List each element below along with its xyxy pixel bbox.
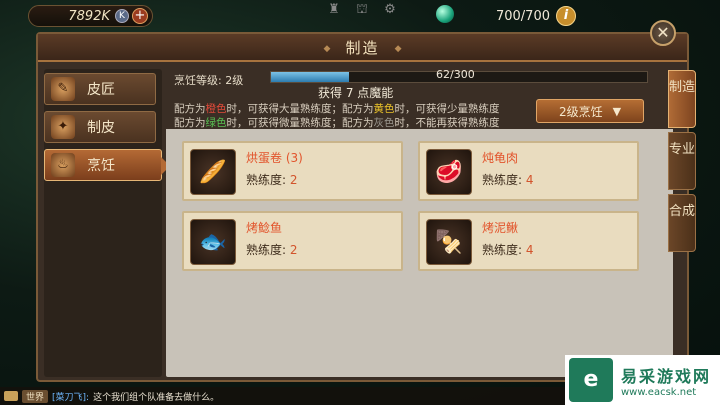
- energy-orb-icon: [436, 5, 454, 23]
- gold-amount: 7892K: [68, 8, 110, 24]
- site-logo-icon: e: [569, 358, 613, 402]
- tab-synthesis[interactable]: 合成: [668, 194, 696, 252]
- panel-header: ◆ 制造 ◆: [38, 34, 687, 62]
- rule-text: 时，可获得微量熟练度；配方为: [226, 117, 374, 129]
- recipe-proficiency: 熟练度: 2: [246, 173, 298, 187]
- gain-magic-text: 获得 7 点魔能: [318, 86, 394, 100]
- tanning-icon: ✦: [51, 115, 75, 139]
- proficiency-value: 4: [525, 173, 534, 187]
- recipe-content: 烹饪等级: 2级 62/300 获得 7 点魔能 配方为橙色时，可获得大量熟练度…: [166, 68, 673, 377]
- skill-info: 烹饪等级: 2级 62/300 获得 7 点魔能 配方为橙色时，可获得大量熟练度…: [166, 68, 673, 130]
- info-button[interactable]: i: [556, 6, 576, 26]
- proficiency-value: 2: [289, 173, 298, 187]
- site-watermark: e 易采游戏网 www.eacsk.net: [565, 355, 720, 405]
- rule-text: 时，可获得少量熟练度: [394, 103, 500, 115]
- sidebar-item-label: 烹饪: [87, 158, 115, 174]
- guild-icon[interactable]: ♜: [325, 2, 343, 20]
- rule-color-orange: 橙色: [205, 103, 227, 115]
- rule-text: 配方为: [174, 117, 206, 129]
- rule-color-gray: 灰色: [373, 117, 395, 129]
- rule-text: 配方为: [174, 103, 206, 115]
- skill-progress-text: 62/300: [436, 68, 475, 81]
- rule-color-yellow: 黄色: [373, 103, 395, 115]
- leather-scroll-icon: ✎: [51, 77, 75, 101]
- recipe-name: 烘蛋卷 (3): [246, 151, 303, 165]
- sidebar-item-label: 制皮: [87, 120, 115, 136]
- crafting-panel: ◆ 制造 ◆ ✎ 皮匠 ✦ 制皮 ♨ 烹饪 烹饪等级: 2级 62/300 获得…: [36, 32, 689, 382]
- top-menu-icons: ♜ ⛫ ⚙: [325, 2, 399, 20]
- recipe-name: 烤鲶鱼: [246, 221, 283, 235]
- recipe-proficiency: 熟练度: 2: [246, 243, 298, 257]
- title-right-ornament-icon: ◆: [394, 43, 402, 54]
- profession-sidebar: ✎ 皮匠 ✦ 制皮 ♨ 烹饪: [44, 69, 170, 377]
- recipe-card[interactable]: 🐟 烤鲶鱼 熟练度: 2: [182, 211, 403, 271]
- close-button[interactable]: ✕: [650, 20, 676, 46]
- tab-craft[interactable]: 制造: [668, 70, 696, 128]
- recipe-name: 炖龟肉: [482, 151, 519, 165]
- egg-roll-icon: 🥖: [190, 149, 236, 195]
- watermark-url: www.eacsk.net: [621, 386, 697, 398]
- recipe-name: 烤泥鳅: [482, 221, 519, 235]
- recipe-card[interactable]: 🥩 炖龟肉 熟练度: 4: [418, 141, 639, 201]
- gold-counter: 7892K K +: [28, 5, 153, 27]
- sidebar-item-leatherworker[interactable]: ✎ 皮匠: [44, 73, 156, 105]
- sidebar-item-tanning[interactable]: ✦ 制皮: [44, 111, 156, 143]
- sidebar-item-label: 皮匠: [87, 82, 115, 98]
- energy-counter: 700/700 i: [436, 5, 576, 27]
- tier-select-value: 2级烹饪: [558, 104, 603, 119]
- watermark-name: 易采游戏网: [621, 366, 712, 386]
- recipe-proficiency: 熟练度: 4: [482, 173, 534, 187]
- recipe-proficiency: 熟练度: 4: [482, 243, 534, 257]
- proficiency-value: 4: [525, 243, 534, 257]
- tab-profession[interactable]: 专业: [668, 132, 696, 190]
- castle-icon[interactable]: ⛫: [353, 2, 371, 20]
- add-gold-button[interactable]: +: [132, 8, 148, 24]
- chat-bar[interactable]: 世界 [菜刀飞]: 这个我们组个队准备去做什么。: [0, 387, 565, 405]
- chat-toggle-icon[interactable]: [4, 391, 18, 401]
- chat-channel-badge: 世界: [22, 389, 49, 403]
- cooking-level-label: 烹饪等级: 2级: [174, 74, 244, 87]
- cooking-tier-dropdown[interactable]: 2级烹饪 ▼: [536, 99, 644, 123]
- chat-message: 这个我们组个队准备去做什么。: [93, 392, 220, 403]
- title-left-ornament-icon: ◆: [323, 43, 331, 54]
- sidebar-item-cooking[interactable]: ♨ 烹饪: [44, 149, 170, 181]
- grilled-loach-icon: 🍢: [426, 219, 472, 265]
- currency-badge-icon: K: [115, 9, 129, 23]
- proficiency-value: 2: [289, 243, 298, 257]
- recipe-card[interactable]: 🥖 烘蛋卷 (3) 熟练度: 2: [182, 141, 403, 201]
- chat-user-name[interactable]: [菜刀飞]:: [52, 390, 89, 403]
- settings-icon[interactable]: ⚙: [381, 2, 399, 20]
- rule-color-green: 绿色: [205, 117, 227, 129]
- recipe-count: (3): [285, 151, 303, 165]
- skill-progress-fill: [271, 72, 349, 82]
- panel-title: 制造: [345, 39, 380, 57]
- cooking-pot-icon: ♨: [51, 153, 75, 177]
- rule-text: 时，不能再获得熟练度: [394, 117, 500, 129]
- chevron-down-icon: ▼: [612, 104, 622, 118]
- watermark-text: 易采游戏网 www.eacsk.net: [621, 363, 711, 398]
- energy-value: 700/700: [495, 8, 550, 24]
- recipe-card[interactable]: 🍢 烤泥鳅 熟练度: 4: [418, 211, 639, 271]
- rule-text: 时，可获得大量熟练度；配方为: [226, 103, 374, 115]
- rule-line-2: 配方为绿色时，可获得微量熟练度；配方为灰色时，不能再获得熟练度: [174, 115, 500, 130]
- grilled-catfish-icon: 🐟: [190, 219, 236, 265]
- rule-line-1: 配方为橙色时，可获得大量熟练度；配方为黄色时，可获得少量熟练度: [174, 101, 500, 116]
- turtle-meat-icon: 🥩: [426, 149, 472, 195]
